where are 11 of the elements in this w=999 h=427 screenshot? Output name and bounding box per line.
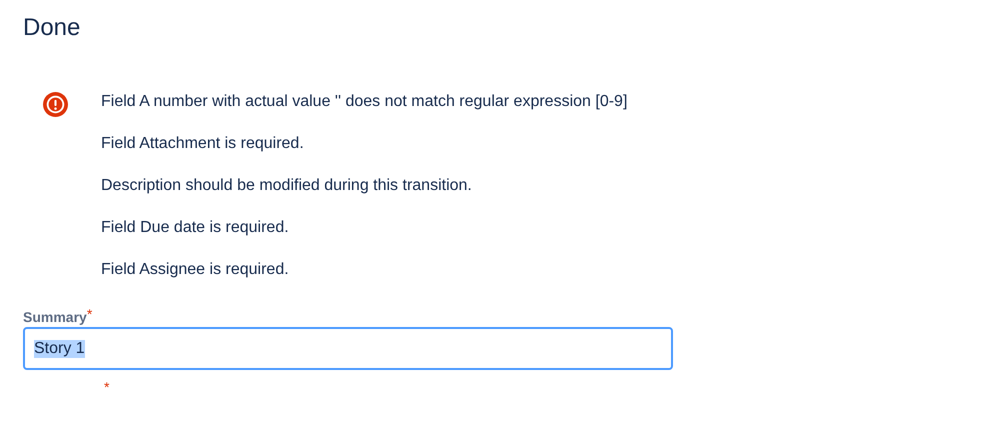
error-icon <box>43 92 68 117</box>
text-field[interactable]: Story 1 <box>23 327 673 370</box>
required-mark: * <box>104 382 110 392</box>
error-message: Field Due date is required. <box>101 218 290 238</box>
field-label: Summary <box>23 309 87 325</box>
error-message: Field A number with actual value '' does not match regular expression [0-9] <box>101 92 628 112</box>
error-message: Description should be modified during this transition. <box>101 176 473 196</box>
required-mark: * <box>86 309 92 319</box>
error-message: Field Assignee is required. <box>101 260 290 280</box>
error-message: Field Attachment is required. <box>101 134 305 154</box>
dialog-title: Done <box>23 13 82 43</box>
